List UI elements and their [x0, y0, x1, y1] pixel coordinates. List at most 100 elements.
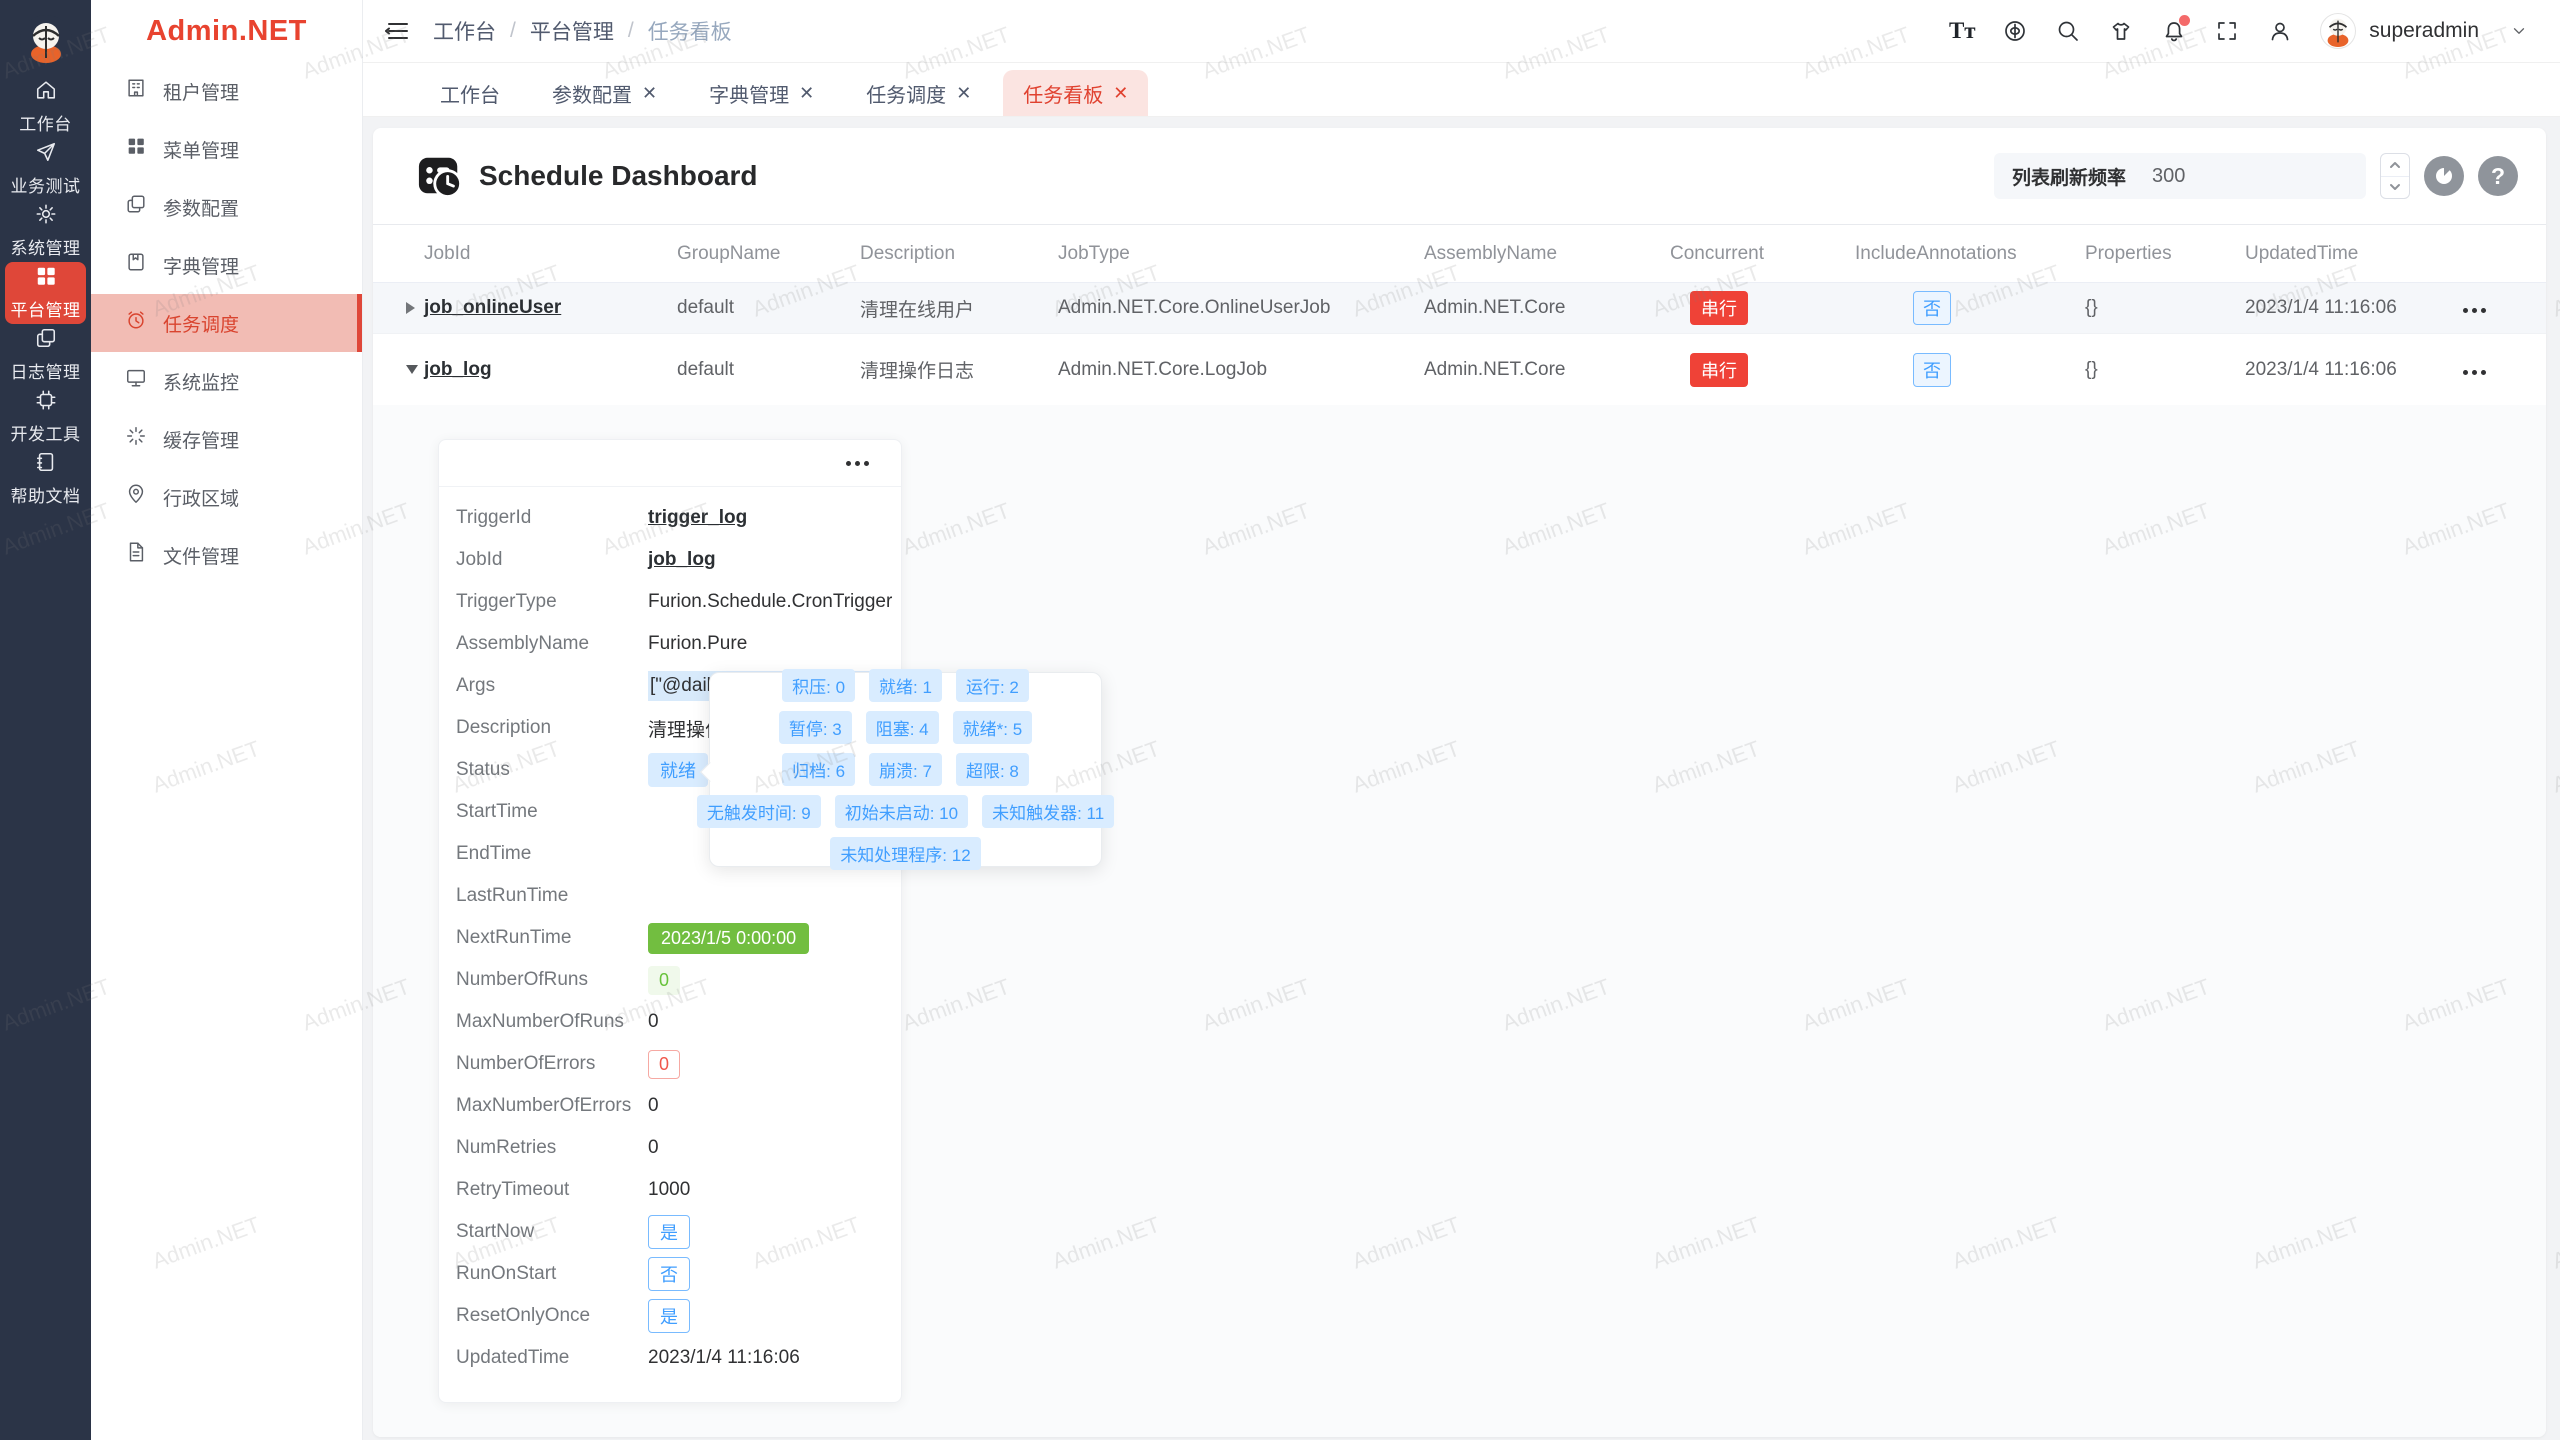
- document-icon: [125, 541, 147, 569]
- loading-icon: [125, 425, 147, 453]
- chevron-down-icon[interactable]: [2506, 18, 2532, 44]
- username[interactable]: superadmin: [2369, 19, 2479, 43]
- user-avatar[interactable]: [2320, 13, 2356, 49]
- detail-row: NumberOfRuns0: [456, 959, 901, 1001]
- panel-actions-icon[interactable]: [846, 461, 869, 466]
- notification-bell-icon[interactable]: [2161, 18, 2187, 44]
- menu-item-admin-region[interactable]: 行政区域: [91, 468, 362, 526]
- column-header[interactable]: Properties: [2085, 243, 2245, 265]
- building-icon: [125, 77, 147, 105]
- fullscreen-icon[interactable]: [2214, 18, 2240, 44]
- rail-item-label: 帮助文档: [11, 482, 81, 507]
- timer-button[interactable]: [2424, 156, 2464, 196]
- status-badge: 未知处理程序: 12: [830, 837, 980, 870]
- row-actions-icon[interactable]: [2463, 370, 2486, 375]
- grid-icon: [125, 135, 147, 163]
- cell-job-type: Admin.NET.Core.LogJob: [1058, 359, 1424, 381]
- stepper-up-icon[interactable]: [2381, 154, 2409, 176]
- schedule-calendar-icon: [417, 153, 463, 199]
- language-icon[interactable]: [2002, 18, 2028, 44]
- status-badge: 超限: 8: [956, 753, 1029, 786]
- expand-caret-icon[interactable]: [406, 302, 424, 314]
- tab-workbench[interactable]: 工作台: [420, 70, 520, 116]
- theme-icon[interactable]: [2108, 18, 2134, 44]
- detail-row: RunOnStart否: [456, 1253, 901, 1295]
- cell-assembly: Admin.NET.Core: [1424, 297, 1670, 319]
- cell-properties: {}: [2085, 359, 2245, 381]
- rail-item-label: 平台管理: [11, 296, 81, 321]
- column-header[interactable]: Concurrent: [1670, 243, 1855, 265]
- status-badge: 就绪*: 5: [953, 711, 1033, 744]
- tab-label: 工作台: [440, 79, 500, 108]
- menu-item-system-monitor[interactable]: 系统监控: [91, 352, 362, 410]
- help-button[interactable]: ?: [2478, 156, 2518, 196]
- row-actions-icon[interactable]: [2463, 308, 2486, 313]
- table-row[interactable]: job_onlineUser default 清理在线用户 Admin.NET.…: [373, 283, 2546, 333]
- status-badge: 暂停: 3: [779, 711, 852, 744]
- job-id-link[interactable]: job_log: [648, 549, 716, 571]
- cell-updated-time: 2023/1/4 11:16:06: [2245, 297, 2463, 319]
- detail-row: ResetOnlyOnce是: [456, 1295, 901, 1337]
- job-id-link[interactable]: job_onlineUser: [424, 297, 561, 318]
- tab-close-icon[interactable]: ✕: [799, 83, 814, 104]
- rail-item-system-mgmt[interactable]: 系统管理: [5, 200, 86, 262]
- detail-row: MaxNumberOfRuns0: [456, 1001, 901, 1043]
- column-header[interactable]: IncludeAnnotations: [1855, 243, 2085, 265]
- refresh-frequency-value: 300: [2152, 165, 2185, 188]
- menu-item-tenant[interactable]: 租户管理: [91, 62, 362, 120]
- rail-item-business-test[interactable]: 业务测试: [5, 138, 86, 200]
- collapse-caret-icon[interactable]: [406, 365, 424, 374]
- table-row[interactable]: job_log default 清理操作日志 Admin.NET.Core.Lo…: [373, 333, 2546, 405]
- column-header[interactable]: JobId: [424, 243, 677, 265]
- search-icon[interactable]: [2055, 18, 2081, 44]
- tab-bar: 工作台 参数配置 ✕ 字典管理 ✕ 任务调度 ✕ 任务看板 ✕: [363, 63, 2560, 117]
- menu-item-label: 任务调度: [163, 310, 239, 337]
- cell-properties: {}: [2085, 297, 2245, 319]
- rail-item-log-mgmt[interactable]: 日志管理: [5, 324, 86, 386]
- tab-task-schedule[interactable]: 任务调度 ✕: [846, 70, 991, 116]
- tab-close-icon[interactable]: ✕: [1113, 83, 1128, 104]
- rail-item-dev-tools[interactable]: 开发工具: [5, 386, 86, 448]
- job-id-link[interactable]: job_log: [424, 359, 492, 380]
- stepper-down-icon[interactable]: [2381, 176, 2409, 199]
- breadcrumb-item[interactable]: 工作台: [433, 16, 496, 46]
- rail-item-workbench[interactable]: 工作台: [5, 76, 86, 138]
- rail-item-label: 工作台: [19, 110, 72, 135]
- tab-param-config[interactable]: 参数配置 ✕: [532, 70, 677, 116]
- rail-item-platform-mgmt[interactable]: 平台管理: [5, 262, 86, 324]
- status-badge: 积压: 0: [782, 669, 855, 702]
- rail-item-help-docs[interactable]: 帮助文档: [5, 448, 86, 510]
- column-header[interactable]: UpdatedTime: [2245, 243, 2463, 265]
- card-controls: 列表刷新频率 300 ?: [1994, 153, 2518, 199]
- tab-close-icon[interactable]: ✕: [642, 83, 657, 104]
- menu-item-menu-mgmt[interactable]: 菜单管理: [91, 120, 362, 178]
- home-icon: [35, 79, 57, 106]
- cell-group: default: [677, 297, 860, 319]
- menu-item-task-schedule[interactable]: 任务调度: [91, 294, 362, 352]
- breadcrumb-item[interactable]: 平台管理: [530, 16, 614, 46]
- refresh-frequency-input[interactable]: 列表刷新频率 300: [1994, 153, 2366, 199]
- column-header[interactable]: Description: [860, 243, 1058, 265]
- frequency-stepper: [2380, 153, 2410, 199]
- status-badge: 无触发时间: 9: [697, 795, 821, 828]
- top-header: 工作台 / 平台管理 / 任务看板 Tт: [363, 0, 2560, 63]
- notebook-icon: [125, 251, 147, 279]
- menu-item-cache-mgmt[interactable]: 缓存管理: [91, 410, 362, 468]
- cpu-icon: [35, 389, 57, 416]
- rail-item-label: 业务测试: [11, 172, 81, 197]
- tab-dict-mgmt[interactable]: 字典管理 ✕: [689, 70, 834, 116]
- user-icon[interactable]: [2267, 18, 2293, 44]
- column-header[interactable]: AssemblyName: [1424, 243, 1670, 265]
- status-tag[interactable]: 就绪: [648, 753, 708, 787]
- sidebar-collapse-icon[interactable]: [385, 18, 411, 44]
- menu-item-param-config[interactable]: 参数配置: [91, 178, 362, 236]
- column-header[interactable]: JobType: [1058, 243, 1424, 265]
- tab-task-dashboard[interactable]: 任务看板 ✕: [1003, 70, 1148, 116]
- menu-item-file-mgmt[interactable]: 文件管理: [91, 526, 362, 584]
- menu-item-dict-mgmt[interactable]: 字典管理: [91, 236, 362, 294]
- trigger-id-link[interactable]: trigger_log: [648, 507, 747, 529]
- cell-description: 清理在线用户: [860, 295, 1058, 322]
- column-header[interactable]: GroupName: [677, 243, 860, 265]
- font-size-icon[interactable]: Tт: [1949, 18, 1975, 44]
- tab-close-icon[interactable]: ✕: [956, 83, 971, 104]
